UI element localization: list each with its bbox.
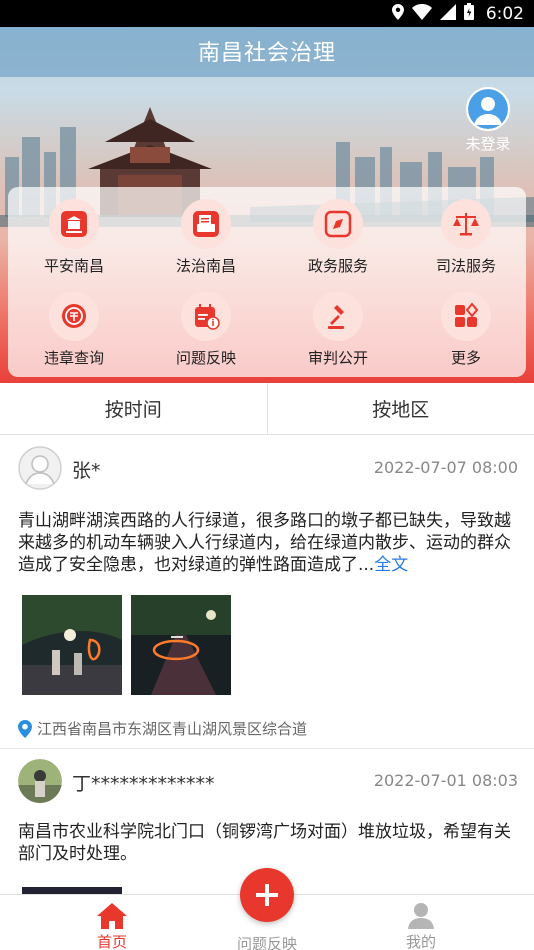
- post-header: 丁************* 2022-07-01 08:03: [18, 759, 518, 805]
- printer-icon: [181, 199, 231, 249]
- grid-label: 平安南昌: [43, 257, 104, 275]
- post-text: 南昌市农业科学院北门口（铜锣湾广场对面）堆放垃圾，希望有关部门及时处理。: [18, 822, 511, 864]
- scales-icon: [441, 199, 491, 249]
- app-title: 南昌社会治理: [197, 41, 336, 66]
- location-text: 江西省南昌市东湖区青山湖风景区综合道: [37, 720, 308, 738]
- post-body: 青山湖畔湖滨西路的人行绿道，很多路口的墩子都已缺失，导致越来越多的机动车辆驶入人…: [18, 511, 511, 575]
- grid-item-law-nanchang[interactable]: 法治南昌: [156, 199, 256, 276]
- add-report-button[interactable]: [240, 868, 294, 922]
- grid-item-government-services[interactable]: 政务服务: [288, 199, 388, 276]
- calendar-info-icon: [181, 291, 231, 341]
- location-status-icon: [391, 3, 404, 24]
- grid-label: 问题反映: [175, 349, 236, 367]
- read-more-link[interactable]: 全文: [374, 555, 408, 575]
- wifi-icon: [411, 3, 432, 24]
- post-header: 张* 2022-07-07 08:00: [18, 446, 518, 492]
- grid-label: 更多: [450, 349, 481, 367]
- grid-label: 违章查询: [43, 349, 104, 367]
- nav-report[interactable]: 问题反映: [217, 931, 317, 950]
- signal-icon: [439, 3, 456, 24]
- service-grid: 平安南昌 法治南昌 政务服务 司法服务 违章查询 问题反映 审判公开 更多: [8, 187, 526, 377]
- grid-item-more[interactable]: 更多: [416, 291, 516, 368]
- person-icon: [371, 901, 471, 929]
- header-banner: 南昌社会治理 未登录 平安南昌 法治南昌 政务服务 司法服务 违章查询 问题反映…: [0, 27, 534, 383]
- grid-label: 司法服务: [435, 257, 496, 275]
- nav-home-label: 首页: [96, 933, 127, 950]
- status-bar: 6:02: [0, 0, 534, 27]
- post-time: 2022-07-07 08:00: [373, 458, 518, 477]
- battery-icon: [463, 3, 474, 24]
- post-text: 青山湖畔湖滨西路的人行绿道，很多路口的墩子都已缺失，导致越来越多的机动车辆驶入人…: [18, 510, 518, 576]
- nav-mine[interactable]: 我的: [371, 901, 471, 950]
- compass-icon: [313, 199, 363, 249]
- clock: 6:02: [485, 3, 524, 24]
- post-time: 2022-07-01 08:03: [373, 771, 518, 790]
- tab-by-time[interactable]: 按时间: [0, 383, 267, 434]
- more-icon: [441, 291, 491, 341]
- grid-label: 政务服务: [307, 257, 368, 275]
- gavel-icon: [313, 291, 363, 341]
- login-label: 未登录: [465, 135, 511, 153]
- default-avatar-icon[interactable]: [18, 446, 62, 490]
- tab-by-region[interactable]: 按地区: [266, 383, 534, 434]
- sort-tabs: 按时间 按地区: [0, 383, 534, 435]
- post-username[interactable]: 丁*************: [72, 769, 215, 796]
- post-photo[interactable]: [22, 595, 122, 695]
- feed-post[interactable]: 张* 2022-07-07 08:00 青山湖畔湖滨西路的人行绿道，很多路口的墩…: [0, 436, 534, 748]
- user-photo-avatar[interactable]: [18, 759, 62, 803]
- user-avatar-icon: [466, 87, 510, 131]
- grid-item-judicial-services[interactable]: 司法服务: [416, 199, 516, 276]
- violation-icon: [49, 291, 99, 341]
- location-pin-icon: [18, 719, 32, 738]
- post-photo[interactable]: [131, 595, 231, 695]
- grid-item-trial-public[interactable]: 审判公开: [288, 291, 388, 368]
- plus-icon: [256, 884, 278, 906]
- login-button[interactable]: 未登录: [460, 87, 516, 154]
- building-icon: [49, 199, 99, 249]
- home-icon: [62, 901, 162, 929]
- grid-label: 法治南昌: [175, 257, 236, 275]
- post-username[interactable]: 张*: [72, 456, 101, 483]
- nav-mine-label: 我的: [405, 933, 436, 950]
- grid-label: 审判公开: [307, 349, 368, 367]
- nav-report-label: 问题反映: [236, 935, 297, 950]
- post-location: 江西省南昌市东湖区青山湖风景区综合道: [18, 718, 307, 739]
- nav-home[interactable]: 首页: [62, 901, 162, 950]
- grid-item-safe-nanchang[interactable]: 平安南昌: [24, 199, 124, 276]
- grid-item-violation-query[interactable]: 违章查询: [24, 291, 124, 368]
- grid-item-problem-report[interactable]: 问题反映: [156, 291, 256, 368]
